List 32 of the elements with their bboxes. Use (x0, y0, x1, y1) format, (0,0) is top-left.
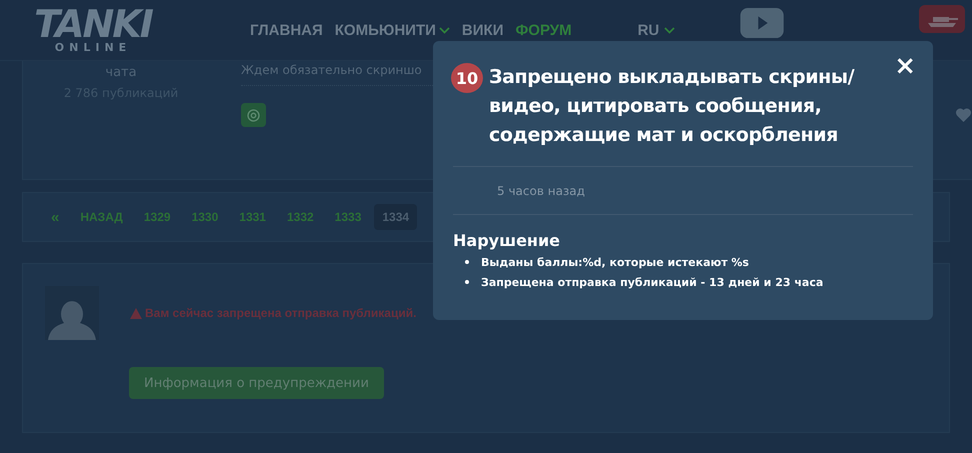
play-icon[interactable] (739, 7, 786, 39)
language-selector[interactable]: RU (638, 22, 676, 38)
page-link[interactable]: 1332 (278, 204, 322, 230)
close-button[interactable]: × (894, 53, 916, 79)
heart-icon[interactable] (955, 107, 972, 123)
warning-message: Вам сейчас запрещена отправка публикаций. (145, 306, 416, 320)
bullet-icon (465, 260, 469, 264)
nav-link[interactable]: ФОРУМ (515, 22, 572, 38)
count-badge: 10 (451, 63, 483, 93)
page-link[interactable]: 1333 (326, 204, 370, 230)
chevron-icon (664, 26, 676, 34)
violation-item: Запрещена отправка публикаций - 13 дней и 23 часа (481, 276, 824, 288)
logo[interactable]: TANKI (34, 6, 152, 40)
warning-icon (130, 308, 142, 318)
section-heading: Нарушение (453, 231, 562, 250)
page-link[interactable]: 1329 (136, 204, 179, 230)
bullet-icon (465, 280, 469, 284)
timestamp: 5 часов назад (496, 183, 586, 200)
tank-icon[interactable] (918, 4, 966, 34)
mention-button[interactable] (241, 103, 266, 127)
page-link[interactable]: 1330 (184, 204, 226, 230)
first-page-link[interactable]: « (43, 202, 68, 232)
logo-subtitle: ONLINE (54, 42, 132, 54)
popup-title: Запрещено выкладывать скрины/видео, цитировать сообщения, содержащие мат и оскорбления (489, 65, 856, 148)
violation-item: Выданы баллы:%d, которые истекают %s (481, 256, 749, 268)
back-link[interactable]: НАЗАД (72, 204, 131, 230)
nav-link[interactable]: ГЛАВНАЯ (250, 22, 323, 38)
page-link[interactable]: 1331 (231, 204, 274, 230)
warning-info-button[interactable]: Информация о предупреждении (129, 367, 384, 399)
nav-link[interactable]: ВИКИ (462, 22, 504, 38)
nav-link[interactable]: КОМЬЮНИТИ (334, 22, 450, 38)
avatar-icon (45, 286, 99, 340)
